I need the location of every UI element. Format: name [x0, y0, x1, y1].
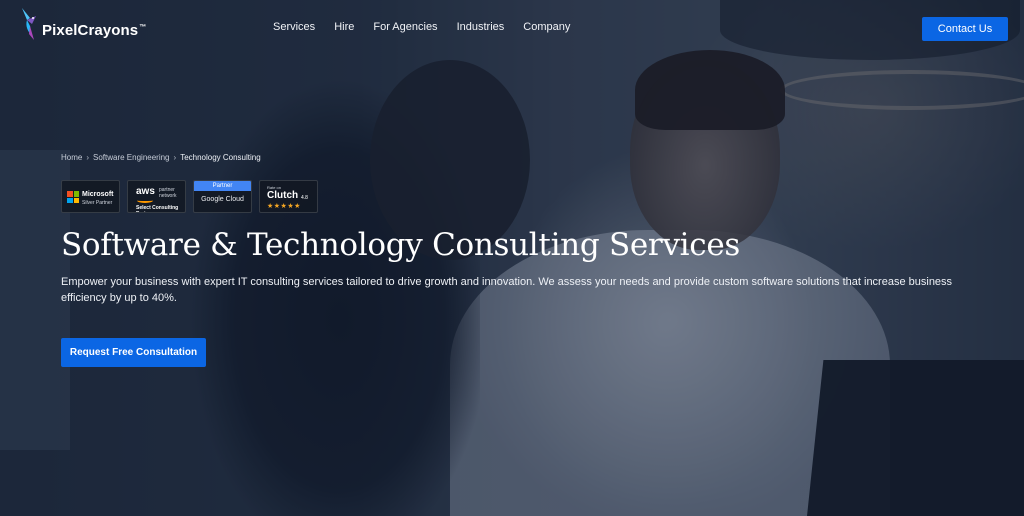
star-rating-icon: ★★★★★ [267, 203, 301, 210]
clutch-rating-badge: Rate on Clutch 4.8 ★★★★★ [259, 180, 318, 213]
partner-badges: Microsoft Silver Partner aws partner netw… [61, 180, 318, 213]
aws-partner-badge: aws partnernetwork Select Consulting Par… [127, 180, 186, 213]
google-badge-tag: Partner [194, 181, 251, 191]
aws-badge-title: aws [136, 186, 155, 197]
google-cloud-partner-badge: Partner Google Cloud [193, 180, 252, 213]
microsoft-badge-title: Microsoft [82, 191, 114, 198]
site-header: PixelCrayons™ Services Hire For Agencies… [0, 0, 1024, 56]
microsoft-badge-subtitle: Silver Partner [82, 200, 113, 206]
breadcrumb-home[interactable]: Home [61, 153, 82, 162]
microsoft-partner-badge: Microsoft Silver Partner [61, 180, 120, 213]
page-title: Software & Technology Consulting Service… [61, 227, 740, 263]
nav-item-services[interactable]: Services [273, 21, 315, 33]
contact-us-button[interactable]: Contact Us [922, 17, 1008, 41]
google-badge-title: Google Cloud [201, 196, 244, 203]
breadcrumb-separator-icon: › [173, 153, 177, 162]
nav-item-company[interactable]: Company [523, 21, 570, 33]
clutch-badge-title: Clutch [267, 190, 299, 201]
nav-item-hire[interactable]: Hire [334, 21, 354, 33]
breadcrumb-current: Technology Consulting [180, 153, 261, 162]
breadcrumb-software-engineering[interactable]: Software Engineering [93, 153, 170, 162]
breadcrumb: Home › Software Engineering › Technology… [61, 153, 261, 162]
clutch-badge-rating: 4.8 [301, 195, 308, 201]
breadcrumb-separator-icon: › [86, 153, 90, 162]
nav-item-industries[interactable]: Industries [457, 21, 505, 33]
aws-badge-tier: Select Consulting Partner [136, 205, 179, 212]
microsoft-logo-icon [67, 191, 79, 203]
brand-name: PixelCrayons™ [42, 21, 147, 39]
request-consultation-button[interactable]: Request Free Consultation [61, 338, 206, 367]
main-nav: Services Hire For Agencies Industries Co… [273, 21, 589, 33]
nav-item-for-agencies[interactable]: For Agencies [373, 21, 437, 33]
aws-badge-side: partner network [159, 187, 177, 199]
aws-smile-icon [137, 198, 153, 203]
hero-description: Empower your business with expert IT con… [61, 276, 953, 304]
hummingbird-logo-icon [18, 6, 40, 46]
brand-logo[interactable]: PixelCrayons™ [18, 6, 146, 46]
